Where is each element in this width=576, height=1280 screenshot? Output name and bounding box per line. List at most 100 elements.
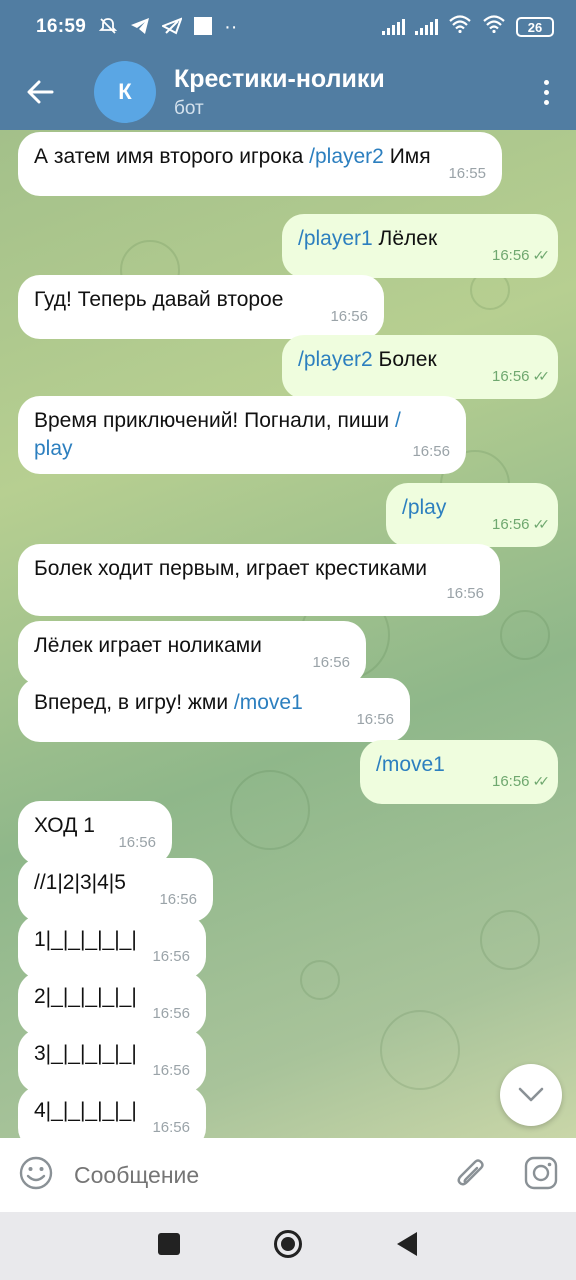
- message-time: 16:56: [152, 948, 190, 965]
- message-time: 16:56: [446, 585, 484, 602]
- message-timestamp: 16:56: [356, 706, 394, 734]
- message-bubble-incoming[interactable]: 2|_|_|_|_|_| 16:56: [18, 972, 206, 1036]
- message-timestamp: 16:56: [412, 438, 450, 466]
- wifi-icon: [448, 15, 472, 39]
- back-button[interactable]: [0, 54, 80, 130]
- message-composer: [0, 1138, 576, 1212]
- chevron-down-icon: [518, 1087, 544, 1102]
- status-time: 16:59: [36, 16, 87, 37]
- back-nav-button[interactable]: [395, 1231, 419, 1262]
- bot-command-link[interactable]: /move1: [376, 753, 445, 776]
- message-bubble-incoming[interactable]: Лёлек играет ноликами 16:56: [18, 621, 366, 685]
- bot-command-link[interactable]: /play: [402, 496, 446, 519]
- message-timestamp: 16:56: [159, 886, 197, 914]
- message-bubble-incoming[interactable]: Время приключений! Погнали, пиши / play 16…: [18, 396, 466, 474]
- message-bubble-outgoing[interactable]: /play 16:56 ✓✓: [386, 483, 558, 547]
- message-bubble-outgoing[interactable]: /player2 Болек 16:56 ✓✓: [282, 335, 558, 399]
- message-time: 16:56: [491, 516, 530, 533]
- message-bubble-incoming[interactable]: Болек ходит первым, играет крестиками 16:…: [18, 544, 500, 616]
- recents-button[interactable]: [157, 1232, 181, 1261]
- chat-header: К Крестики-нолики бот: [0, 54, 576, 130]
- emoji-button[interactable]: [18, 1155, 54, 1196]
- chat-subtitle: бот: [174, 97, 204, 119]
- message-text-part: А затем имя второго игрока: [34, 145, 310, 168]
- message-bubble-incoming[interactable]: Гуд! Теперь давай второе 16:56: [18, 275, 384, 339]
- mute-icon: [98, 16, 118, 39]
- bot-command-link[interactable]: /player2: [309, 145, 384, 168]
- message-time: 16:56: [152, 1119, 190, 1136]
- cellular-signal-icon: [382, 19, 405, 35]
- double-check-icon: ✓✓: [532, 773, 551, 789]
- message-timestamp: 16:56 ✓✓: [491, 510, 550, 539]
- chat-info[interactable]: Крестики-нолики бот: [174, 65, 385, 120]
- bot-command-link[interactable]: /player2: [298, 348, 373, 371]
- status-bar: 16:59 ·· 26: [0, 0, 576, 54]
- more-options-button[interactable]: [516, 54, 576, 130]
- wifi-2-icon: [482, 15, 506, 39]
- message-list[interactable]: А затем имя второго игрока /player2 Имя 1…: [0, 130, 576, 1138]
- message-bubble-incoming[interactable]: 4|_|_|_|_|_| 16:56: [18, 1086, 206, 1138]
- message-input[interactable]: [74, 1161, 454, 1189]
- message-text-part: 1|_|_|_|_|_|: [34, 928, 137, 951]
- bot-command-link[interactable]: play: [34, 435, 450, 463]
- message-time: 16:56: [356, 711, 394, 728]
- message-time: 16:56: [330, 308, 368, 325]
- arrow-left-icon: [27, 80, 54, 104]
- message-text-part: Болек ходит первым, играет крестиками: [34, 557, 428, 580]
- message-timestamp: 16:56: [152, 1000, 190, 1028]
- double-check-icon: ✓✓: [532, 368, 551, 384]
- chat-title: Крестики-нолики: [174, 64, 385, 93]
- message-text: Болек ходит первым, играет крестиками: [34, 555, 484, 583]
- message-timestamp: 16:56 ✓✓: [491, 241, 551, 270]
- message-time: 16:56: [491, 247, 530, 264]
- message-time: 16:56: [152, 1062, 190, 1079]
- message-text-part: Болек: [372, 348, 437, 371]
- message-timestamp: 16:56 ✓✓: [492, 767, 551, 796]
- triangle-back-icon: [397, 1231, 417, 1256]
- message-bubble-incoming[interactable]: Вперед, в игру! жми /move1 16:56: [18, 678, 410, 742]
- telegram-x-icon: [160, 16, 183, 38]
- bot-command-link[interactable]: /: [395, 409, 401, 432]
- message-text-part: Гуд! Теперь давай второе: [34, 288, 284, 311]
- double-check-icon: ✓✓: [532, 247, 551, 263]
- message-bubble-incoming[interactable]: 3|_|_|_|_|_| 16:56: [18, 1029, 206, 1093]
- message-time: 16:56: [312, 654, 350, 671]
- message-bubble-outgoing[interactable]: /player1 Лёлек 16:56 ✓✓: [282, 214, 558, 278]
- message-time: 16:56: [152, 1005, 190, 1022]
- attach-button[interactable]: [454, 1155, 488, 1196]
- more-vertical-icon: [543, 79, 549, 105]
- message-bubble-outgoing[interactable]: /move1 16:56 ✓✓: [360, 740, 558, 804]
- battery-indicator: 26: [516, 17, 554, 37]
- bot-command-link[interactable]: /player1: [298, 227, 373, 250]
- message-timestamp: 16:56: [118, 829, 156, 857]
- message-time: 16:56: [118, 834, 156, 851]
- avatar[interactable]: К: [94, 61, 156, 123]
- message-text-part: Имя: [383, 145, 431, 168]
- message-bubble-incoming[interactable]: //1|2|3|4|5 16:56: [18, 858, 213, 922]
- square-icon: [158, 1232, 180, 1255]
- home-circle-icon: [274, 1229, 302, 1258]
- message-timestamp: 16:56 ✓✓: [492, 362, 551, 391]
- message-bubble-incoming[interactable]: А затем имя второго игрока /player2 Имя 1…: [18, 132, 502, 196]
- home-button[interactable]: [273, 1229, 303, 1264]
- message-timestamp: 16:56: [312, 649, 350, 677]
- smile-icon: [19, 1156, 53, 1189]
- message-time: 16:56: [159, 891, 197, 908]
- bot-command-link[interactable]: /move1: [234, 691, 303, 714]
- telegram-icon: [130, 17, 150, 38]
- message-text-part: Время приключений! Погнали, пиши: [34, 409, 395, 432]
- message-text: Вперед, в игру! жми /move1: [34, 689, 394, 717]
- message-timestamp: 16:56: [446, 580, 484, 608]
- scroll-down-button[interactable]: [500, 1064, 562, 1126]
- message-timestamp: 16:56: [152, 1114, 190, 1138]
- message-text-part: Лёлек: [372, 227, 438, 250]
- message-bubble-incoming[interactable]: ХОД 1 16:56: [18, 801, 172, 865]
- status-notification-icons: ··: [98, 16, 237, 39]
- message-text: Время приключений! Погнали, пиши /: [34, 407, 450, 435]
- instagram-camera-icon: [524, 1156, 558, 1189]
- message-bubble-incoming[interactable]: 1|_|_|_|_|_| 16:56: [18, 915, 206, 979]
- message-text-part: 3|_|_|_|_|_|: [34, 1042, 137, 1065]
- cellular-signal-2-icon: [415, 19, 438, 35]
- camera-button[interactable]: [524, 1156, 558, 1195]
- message-time: 16:55: [448, 165, 486, 182]
